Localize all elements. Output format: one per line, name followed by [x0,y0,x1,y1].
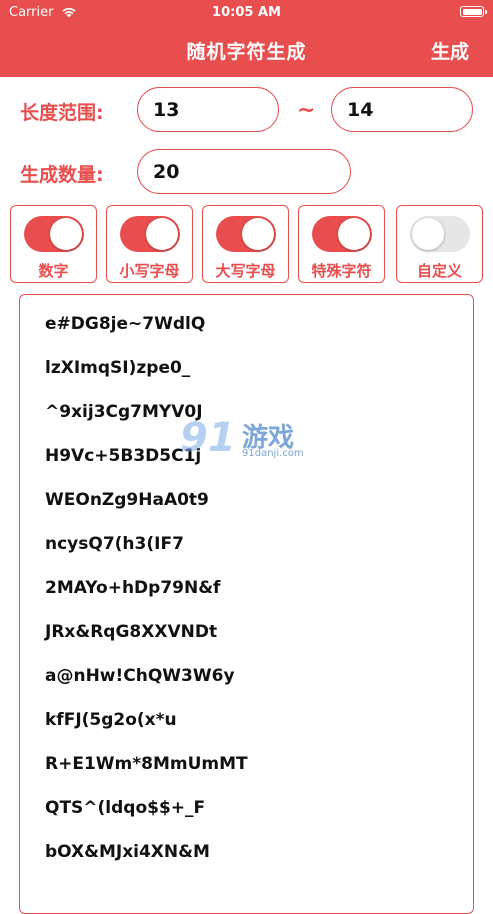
uppercase-switch[interactable] [216,216,276,252]
result-item: ^9xij3Cg7MYV0J [45,402,203,422]
toggle-label: 数字 [38,262,69,280]
length-range-label: 长度范围: [20,102,104,124]
result-item: H9Vc+5B3D5C1j [45,446,202,466]
toggle-special[interactable]: 特殊字符 [298,205,385,283]
result-item: bOX&MJxi4XN&M [45,842,210,862]
toggle-label: 自定义 [416,262,462,280]
toggle-label: 特殊字符 [311,262,372,280]
toggle-label: 小写字母 [119,262,180,280]
result-item: lzXImqSI)zpe0_ [45,358,191,378]
min-length-input[interactable]: 13 [137,87,279,132]
count-input[interactable]: 20 [137,149,351,194]
toggle-label: 大写字母 [215,262,276,280]
battery-icon [460,6,487,17]
toggle-uppercase[interactable]: 大写字母 [202,205,289,283]
digits-switch[interactable] [24,216,84,252]
lowercase-switch[interactable] [120,216,180,252]
toggle-lowercase[interactable]: 小写字母 [106,205,193,283]
result-item: ncysQ7(h3(IF7 [45,534,184,554]
status-bar: Carrier 10:05 AM [0,0,493,26]
special-switch[interactable] [312,216,372,252]
result-item: JRx&RqG8XXVNDt [45,622,218,642]
status-time: 10:05 AM [212,5,281,20]
watermark-91: 91 [180,415,236,461]
custom-switch[interactable] [410,216,470,252]
page-title: 随机字符生成 [186,41,307,63]
nav-bar: Carrier 10:05 AM 随机字符生成 生成 [0,0,493,77]
result-item: QTS^(ldqo$$+_F [45,798,206,818]
watermark-url: 91danji.com [242,448,304,459]
max-length-input[interactable]: 14 [331,87,473,132]
result-item: kfFJ(5g2o(x*u [45,710,177,730]
result-item: 2MAYo+hDp79N&f [45,578,221,598]
count-label: 生成数量: [20,164,104,186]
generate-button[interactable]: 生成 [431,37,469,64]
result-item: R+E1Wm*8MmUmMT [45,754,248,774]
result-item: a@nHw!ChQW3W6y [45,666,235,686]
result-item: WEOnZg9HaA0t9 [45,490,209,510]
watermark-logo: 91 游戏 91danji.com [180,415,320,465]
toggle-digits[interactable]: 数字 [10,205,97,283]
range-separator: ~ [297,98,316,123]
results-list[interactable]: e#DG8je~7WdlQ lzXImqSI)zpe0_ ^9xij3Cg7MY… [19,294,474,914]
toggle-custom[interactable]: 自定义 [396,205,483,283]
result-item: e#DG8je~7WdlQ [45,314,206,334]
